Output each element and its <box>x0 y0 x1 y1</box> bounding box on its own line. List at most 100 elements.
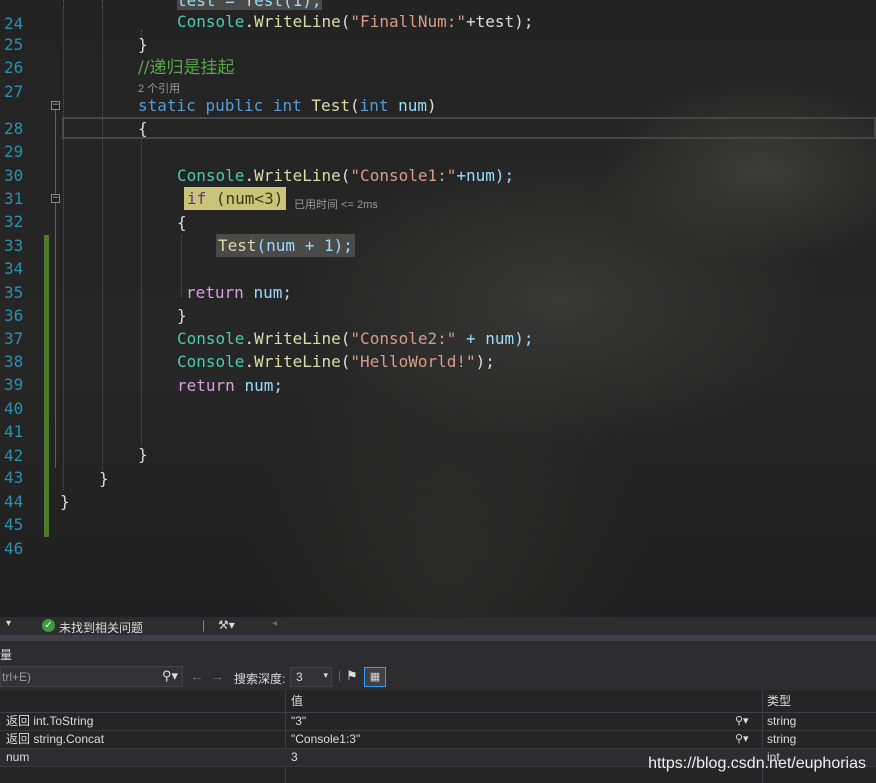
code-line-37: 37 } <box>0 304 876 348</box>
code-text: ); <box>475 352 495 371</box>
search-placeholder: trl+E) <box>2 670 32 684</box>
panel-title: 量 <box>0 648 13 662</box>
watermark-text: https://blog.csdn.net/euphorias <box>648 755 866 772</box>
row-value: 3 <box>291 750 298 764</box>
code-keyword: return <box>177 376 235 395</box>
code-text: +test); <box>466 12 534 31</box>
code-text: + num); <box>456 329 534 348</box>
code-text: (num<3) <box>206 189 284 208</box>
table-row[interactable]: 返回 int.ToString "3" ⚲▾ string <box>0 713 876 731</box>
code-line-42: 42 <box>0 421 876 465</box>
search-depth-select[interactable]: 3 ▾ <box>290 667 332 687</box>
code-line-43: 43 } <box>0 443 876 487</box>
code-line-31: 31 Console.WriteLine("Console1:"+num); <box>4 166 515 208</box>
code-line-39: 39 Console.WriteLine("HelloWorld!"); <box>4 352 495 394</box>
code-keyword: public <box>205 96 264 115</box>
code-class: Console <box>177 12 245 31</box>
row-value: "3" <box>291 714 307 728</box>
code-param: num <box>398 96 428 115</box>
scroll-left-icon[interactable]: ◂ <box>272 618 277 629</box>
code-string: "Console2:" <box>350 329 457 348</box>
code-line-28: 28 static public int Test(int num) <box>4 96 437 138</box>
code-keyword: return <box>186 283 244 302</box>
code-text: } <box>138 445 148 464</box>
code-text: } <box>60 492 70 511</box>
code-method: Test <box>218 236 257 255</box>
code-method: WriteLine <box>254 166 341 185</box>
code-class: Console <box>177 329 245 348</box>
code-text: } <box>177 306 187 325</box>
code-line-40: 40 return num; <box>0 374 876 418</box>
code-text: test = Test(1); <box>177 0 322 10</box>
code-line-36: 36 return num; <box>0 281 876 325</box>
search-depth-label: 搜索深度: <box>234 672 286 686</box>
row-type: string <box>767 714 797 728</box>
separator: | <box>202 618 206 632</box>
code-string: "Console1:" <box>350 166 457 185</box>
code-text: num; <box>244 376 283 395</box>
column-header-type[interactable]: 类型 <box>767 690 791 712</box>
separator: | <box>338 668 342 682</box>
code-line-45: 45 } <box>0 490 876 534</box>
line-number: 46 <box>4 539 24 558</box>
magnifier-icon[interactable]: ⚲▾ <box>735 731 749 748</box>
hex-display-icon[interactable]: ▦ <box>364 667 386 687</box>
code-line-33: 33 { <box>0 211 876 255</box>
code-editor[interactable]: − − 24 test = Test(1); 25 Console.WriteL… <box>0 0 876 617</box>
code-method: WriteLine <box>254 352 341 371</box>
row-value: "Console1:3" <box>291 732 361 746</box>
code-line-32: 32 if (num<3) 已用时间 <= 2ms <box>0 187 876 231</box>
code-class: Console <box>177 352 245 371</box>
code-line-41: 41 <box>0 397 876 441</box>
code-line-29: 29 { <box>0 117 876 161</box>
code-method: WriteLine <box>254 329 341 348</box>
editor-status-bar: ▾ ✓ 未找到相关问题 | ⚒▾ ◂ <box>0 617 876 635</box>
magnifier-icon[interactable]: ⚲▾ <box>735 713 749 730</box>
back-arrow-icon[interactable]: ← <box>190 668 204 684</box>
row-name: num <box>6 750 30 764</box>
search-depth-value: 3 <box>296 670 303 684</box>
code-comment: //递归是挂起 <box>138 58 235 78</box>
table-row[interactable]: 返回 string.Concat "Console1:3" ⚲▾ string <box>0 731 876 749</box>
grid-header: 值 类型 <box>0 690 876 713</box>
row-type: string <box>767 732 797 746</box>
code-keyword: if <box>187 189 207 208</box>
search-icon[interactable]: ⚲▾ <box>162 668 178 684</box>
code-string: "FinallNum:" <box>350 12 467 31</box>
row-name: 返回 int.ToString <box>6 714 94 728</box>
code-text: +num); <box>456 166 515 185</box>
search-input[interactable]: trl+E) ⚲▾ <box>0 666 183 687</box>
code-line-38: 38 Console.WriteLine("Console2:" + num); <box>4 329 534 371</box>
locals-toolbar: trl+E) ⚲▾ ← → 搜索深度: 3 ▾ | ⚑ ▦ <box>0 665 876 690</box>
code-line-30: 30 <box>0 141 876 185</box>
code-method: WriteLine <box>254 12 341 31</box>
code-text: (num + 1); <box>256 236 353 255</box>
code-line-26: 26 } <box>0 33 876 77</box>
locals-panel-header: 量 <box>0 641 876 665</box>
row-name: 返回 string.Concat <box>6 732 105 746</box>
forward-arrow-icon[interactable]: → <box>210 668 224 684</box>
column-header-value[interactable]: 值 <box>291 690 303 712</box>
pin-icon[interactable]: ⚑ <box>346 668 358 684</box>
code-line-27: 27 //递归是挂起 <box>0 57 876 101</box>
code-keyword: int <box>272 96 302 115</box>
code-line-25: 25 Console.WriteLine("FinallNum:"+test); <box>4 12 534 54</box>
code-text: { <box>177 213 187 232</box>
code-string: "HelloWorld!" <box>350 352 476 371</box>
code-text: } <box>138 35 148 54</box>
check-circle-icon: ✓ <box>42 619 55 632</box>
code-line-44: 44 } <box>0 467 876 511</box>
code-line-46: 46 <box>0 514 876 558</box>
chevron-down-icon: ▾ <box>323 670 328 680</box>
code-text: { <box>138 119 148 138</box>
issues-status[interactable]: 未找到相关问题 <box>59 619 143 636</box>
code-class: Console <box>177 166 245 185</box>
dropdown-arrow-icon[interactable]: ▾ <box>6 618 11 629</box>
code-line-34: 34 Test(num + 1); <box>0 234 876 278</box>
code-text: } <box>99 469 109 488</box>
code-method: Test <box>311 96 350 115</box>
code-keyword: static <box>138 96 196 115</box>
code-keyword: int <box>359 96 389 115</box>
code-line-35: 35 <box>0 258 876 302</box>
brush-icon[interactable]: ⚒▾ <box>218 618 235 632</box>
